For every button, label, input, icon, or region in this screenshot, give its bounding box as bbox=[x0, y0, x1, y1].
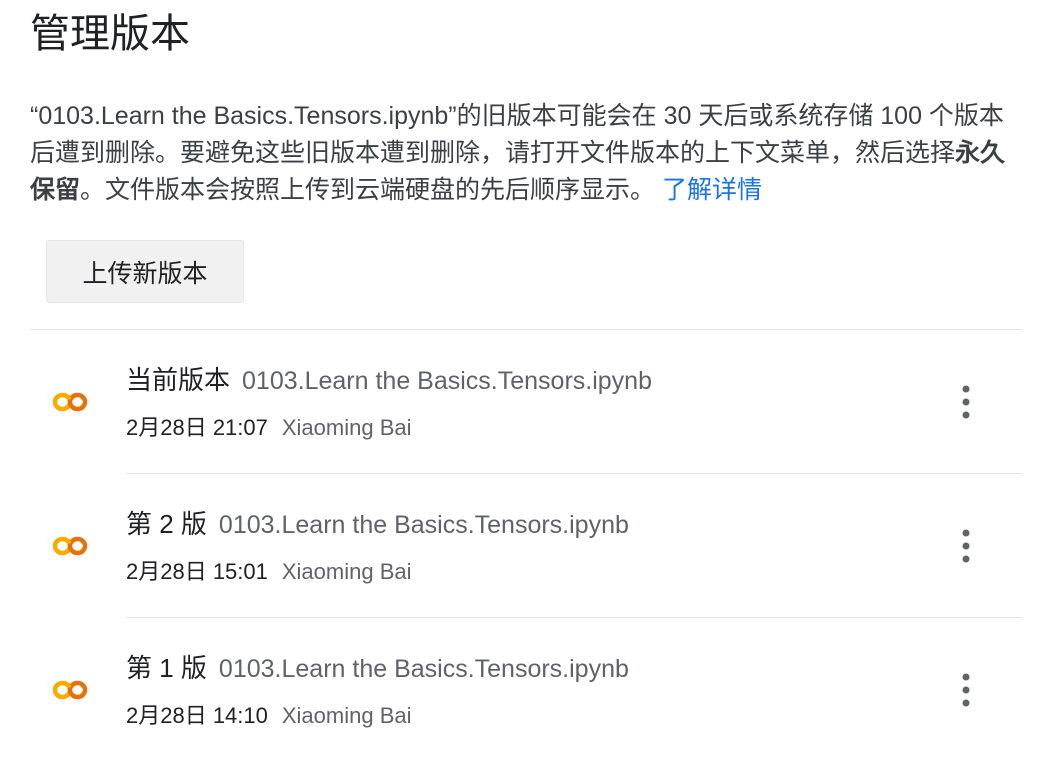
more-vert-icon bbox=[962, 529, 970, 563]
version-label: 第 2 版 bbox=[126, 509, 207, 539]
upload-new-version-button[interactable]: 上传新版本 bbox=[46, 240, 244, 303]
more-actions-button[interactable] bbox=[946, 382, 986, 422]
description: “0103.Learn the Basics.Tensors.ipynb”的旧版… bbox=[30, 98, 1022, 209]
version-label: 第 1 版 bbox=[126, 653, 207, 683]
version-list: 当前版本 0103.Learn the Basics.Tensors.ipynb … bbox=[30, 330, 1022, 762]
page-title: 管理版本 bbox=[30, 12, 190, 56]
file-name: 0103.Learn the Basics.Tensors.ipynb bbox=[218, 511, 629, 539]
more-vert-icon bbox=[962, 673, 970, 707]
more-actions-button[interactable] bbox=[946, 526, 986, 566]
version-author: Xiaoming Bai bbox=[281, 415, 412, 440]
version-date: 2月28日 14:10 bbox=[126, 703, 268, 728]
file-name: 0103.Learn the Basics.Tensors.ipynb bbox=[218, 655, 629, 683]
version-label: 当前版本 bbox=[126, 365, 231, 395]
version-info: 当前版本 0103.Learn the Basics.Tensors.ipynb … bbox=[126, 362, 922, 444]
description-text-2: 。文件版本会按照上传到云端硬盘的先后顺序显示。 bbox=[80, 176, 656, 204]
more-actions-button[interactable] bbox=[946, 670, 986, 710]
version-date: 2月28日 21:07 bbox=[126, 415, 268, 440]
colab-icon bbox=[52, 536, 88, 556]
colab-icon bbox=[52, 680, 88, 700]
version-author: Xiaoming Bai bbox=[281, 703, 412, 728]
colab-icon bbox=[52, 392, 88, 412]
version-info: 第 2 版 0103.Learn the Basics.Tensors.ipynb… bbox=[126, 506, 922, 588]
description-text: “0103.Learn the Basics.Tensors.ipynb”的旧版… bbox=[30, 102, 1004, 167]
version-author: Xiaoming Bai bbox=[281, 559, 412, 584]
learn-more-link[interactable]: 了解详情 bbox=[662, 176, 762, 204]
version-item[interactable]: 第 2 版 0103.Learn the Basics.Tensors.ipynb… bbox=[30, 474, 1022, 618]
more-vert-icon bbox=[962, 385, 970, 419]
version-item[interactable]: 当前版本 0103.Learn the Basics.Tensors.ipynb … bbox=[30, 330, 1022, 474]
file-name: 0103.Learn the Basics.Tensors.ipynb bbox=[242, 367, 652, 395]
version-info: 第 1 版 0103.Learn the Basics.Tensors.ipynb… bbox=[126, 650, 922, 732]
version-date: 2月28日 15:01 bbox=[126, 559, 268, 584]
version-item[interactable]: 第 1 版 0103.Learn the Basics.Tensors.ipynb… bbox=[30, 618, 1022, 762]
